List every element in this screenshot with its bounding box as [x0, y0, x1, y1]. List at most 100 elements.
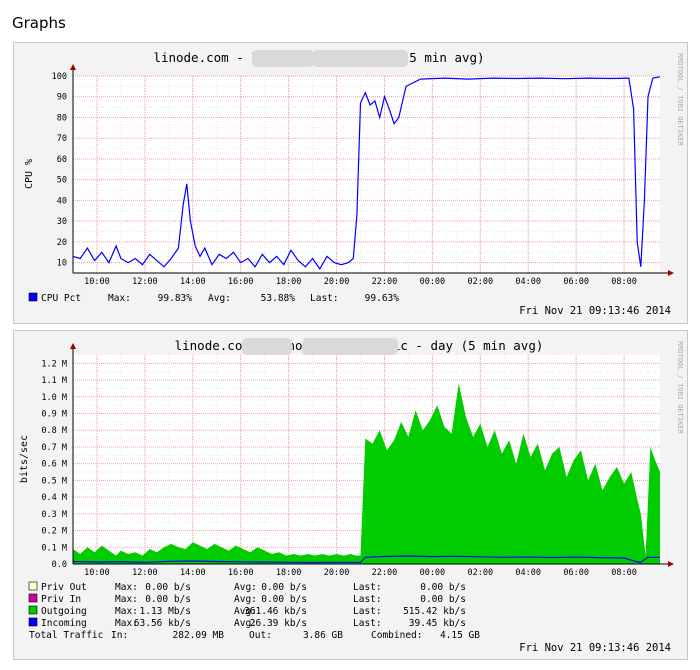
y-tick-label: 1.0 M — [41, 393, 67, 403]
legend-avg-label: Avg: — [234, 582, 257, 593]
legend-last-value: 39.45 kb/s — [409, 618, 466, 629]
x-tick-label: 14:00 — [180, 568, 206, 578]
legend-max-value: 1.13 Mb/s — [140, 606, 191, 617]
cpu-chart: linode.com - lino( ) - CPU - day (5 min … — [14, 43, 687, 323]
y-tick-label: 60 — [57, 155, 67, 165]
x-tick-label: 22:00 — [372, 277, 398, 287]
traffic-graph-panel: linode.com - linod( ) - traffic - day (5… — [13, 330, 688, 660]
legend-max-label: Max: — [115, 594, 138, 605]
y-tick-label: 0.0 — [52, 560, 67, 570]
total-traffic-label: Total Traffic — [29, 630, 103, 641]
total-out-value: 3.86 GB — [303, 630, 343, 641]
redacted-block — [242, 338, 292, 355]
y-tick-label: 1.1 M — [41, 376, 67, 386]
legend-max-label: Max: — [115, 582, 138, 593]
y-tick-label: 30 — [57, 217, 67, 227]
legend-swatch — [28, 617, 38, 627]
legend-max-label: Max: — [108, 293, 131, 304]
total-traffic-row: Total Traffic In: 282.09 MB Out: 3.86 GB Comb… — [29, 630, 480, 641]
x-tick-label: 18:00 — [276, 568, 302, 578]
legend-last-label: Last: — [353, 618, 382, 629]
x-tick-label: 00:00 — [420, 277, 446, 287]
x-tick-label: 20:00 — [324, 568, 350, 578]
legend-swatch — [28, 605, 38, 615]
traffic-chart: linode.com - linod( ) - traffic - day (5… — [14, 331, 687, 659]
x-tick-label: 16:00 — [228, 568, 254, 578]
traffic-timestamp: Fri Nov 21 09:13:46 2014 — [519, 642, 671, 654]
legend-avg-value: 53.88% — [261, 293, 296, 304]
legend-name: Priv Out — [41, 582, 87, 593]
x-tick-label: 02:00 — [468, 568, 494, 578]
x-tick-label: 04:00 — [515, 277, 541, 287]
y-tick-label: 80 — [57, 113, 67, 123]
cpu-graph-panel: linode.com - lino( ) - CPU - day (5 min … — [13, 42, 688, 324]
total-in-value: 282.09 MB — [173, 630, 225, 641]
x-tick-label: 16:00 — [228, 277, 254, 287]
x-tick-label: 02:00 — [468, 277, 494, 287]
legend-avg-label: Avg: — [208, 293, 231, 304]
legend-last-value: 515.42 kb/s — [403, 606, 466, 617]
y-tick-label: 0.6 M — [41, 460, 67, 470]
legend-max-value: 0.00 b/s — [145, 594, 191, 605]
cpu-timestamp: Fri Nov 21 09:13:46 2014 — [519, 305, 671, 317]
legend-swatch — [28, 593, 38, 603]
traffic-y-axis-label: bits/sec — [19, 435, 30, 483]
total-in-label: In: — [111, 630, 128, 641]
y-tick-label: 100 — [52, 72, 67, 82]
y-tick-label: 70 — [57, 134, 67, 144]
y-tick-label: 0.2 M — [41, 527, 67, 537]
legend-name: Outgoing — [41, 606, 87, 617]
x-tick-label: 12:00 — [132, 277, 158, 287]
x-tick-label: 10:00 — [84, 277, 110, 287]
x-tick-label: 06:00 — [563, 568, 589, 578]
legend-last-value: 99.63% — [365, 293, 400, 304]
legend-last-label: Last: — [310, 293, 339, 304]
legend-avg-value: 26.39 kb/s — [250, 618, 307, 629]
legend-avg-value: 361.46 kb/s — [244, 606, 307, 617]
total-combined-value: 4.15 GB — [440, 630, 480, 641]
legend-last-label: Last: — [353, 606, 382, 617]
rrdtool-credit: RRDTOOL / TOBI OETIKER — [676, 341, 684, 435]
y-tick-label: 0.7 M — [41, 443, 67, 453]
legend-avg-value: 0.00 b/s — [261, 594, 307, 605]
x-tick-label: 00:00 — [420, 568, 446, 578]
y-tick-label: 0.9 M — [41, 410, 67, 420]
total-out-label: Out: — [249, 630, 272, 641]
x-tick-label: 22:00 — [372, 568, 398, 578]
legend-avg-label: Avg: — [234, 594, 257, 605]
x-tick-label: 20:00 — [324, 277, 350, 287]
cpu-y-axis-label: CPU % — [24, 159, 35, 189]
y-tick-label: 0.8 M — [41, 426, 67, 436]
legend-last-value: 0.00 b/s — [420, 582, 466, 593]
legend-name: CPU Pct — [41, 293, 81, 304]
y-tick-label: 0.4 M — [41, 493, 67, 503]
x-tick-label: 08:00 — [611, 568, 637, 578]
legend-max-value: 63.56 kb/s — [134, 618, 191, 629]
y-tick-label: 90 — [57, 93, 67, 103]
page-title: Graphs — [12, 14, 66, 32]
legend-last-label: Last: — [353, 594, 382, 605]
x-tick-label: 08:00 — [611, 277, 637, 287]
y-tick-label: 0.5 M — [41, 476, 67, 486]
x-tick-label: 06:00 — [563, 277, 589, 287]
y-tick-label: 10 — [57, 259, 67, 269]
y-tick-label: 0.1 M — [41, 543, 67, 553]
legend-max-label: Max: — [115, 606, 138, 617]
legend-name: Incoming — [41, 618, 87, 629]
rrdtool-credit: RRDTOOL / TOBI OETIKER — [676, 53, 684, 147]
x-tick-label: 12:00 — [132, 568, 158, 578]
total-combined-label: Combined: — [371, 630, 422, 641]
x-tick-label: 10:00 — [84, 568, 110, 578]
redacted-block — [302, 338, 398, 355]
y-tick-label: 20 — [57, 238, 67, 248]
y-tick-label: 1.2 M — [41, 359, 67, 369]
legend-max-value: 0.00 b/s — [145, 582, 191, 593]
x-tick-label: 14:00 — [180, 277, 206, 287]
legend-max-value: 99.83% — [158, 293, 193, 304]
cpu-plot-area — [73, 76, 660, 273]
x-tick-label: 04:00 — [515, 568, 541, 578]
y-tick-label: 50 — [57, 176, 67, 186]
redacted-block — [252, 50, 314, 67]
redacted-block — [312, 50, 408, 67]
legend-last-value: 0.00 b/s — [420, 594, 466, 605]
